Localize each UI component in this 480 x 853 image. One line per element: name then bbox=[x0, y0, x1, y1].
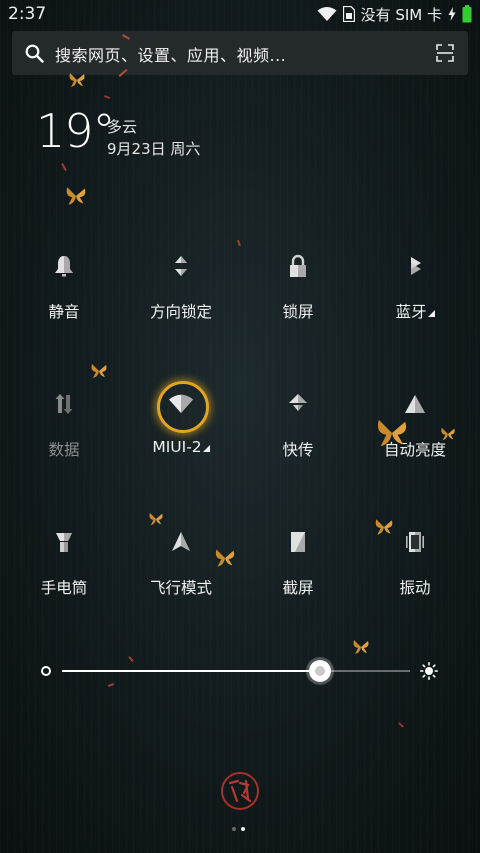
battery-icon bbox=[462, 5, 472, 23]
status-icons: 没有 SIM 卡 bbox=[317, 5, 472, 24]
status-bar: 2:37 没有 SIM 卡 bbox=[0, 0, 480, 28]
toggle-label: 飞行模式 bbox=[149, 579, 212, 597]
page-dot-active bbox=[241, 827, 245, 831]
expand-indicator-icon bbox=[202, 445, 210, 452]
weather-condition: 多云 bbox=[107, 118, 138, 136]
brightness-track[interactable] bbox=[62, 660, 410, 682]
quick-transfer-icon bbox=[282, 388, 314, 420]
toggle-label-text: MIUI-2 bbox=[152, 438, 202, 456]
brightness-high-icon bbox=[420, 662, 438, 680]
bell-icon bbox=[48, 250, 80, 282]
toggle-label: MIUI-2 bbox=[121, 438, 241, 456]
toggle-lock-screen[interactable]: 锁屏 bbox=[238, 244, 358, 344]
toggle-flashlight[interactable]: 手电筒 bbox=[4, 520, 124, 620]
toggle-label: 方向锁定 bbox=[149, 303, 212, 321]
butterfly-icon bbox=[66, 187, 86, 205]
flashlight-icon bbox=[48, 526, 80, 558]
toggle-wifi[interactable]: MIUI-2 bbox=[121, 381, 241, 482]
toggle-label-text: 蓝牙 bbox=[395, 303, 427, 321]
toggle-screenshot[interactable]: 截屏 bbox=[238, 520, 358, 620]
falling-stick-deco bbox=[103, 95, 111, 99]
toggle-label: 蓝牙 bbox=[355, 300, 475, 322]
brightness-thumb[interactable] bbox=[308, 660, 331, 682]
toggle-bluetooth[interactable]: 蓝牙 bbox=[355, 244, 475, 344]
seal-logo-icon bbox=[221, 772, 259, 810]
brightness-low-icon bbox=[41, 666, 51, 676]
toggle-label: 截屏 bbox=[282, 579, 314, 597]
toggle-label: 自动亮度 bbox=[383, 441, 446, 459]
toggle-label: 快传 bbox=[282, 441, 314, 459]
expand-indicator-icon bbox=[427, 310, 435, 317]
toggle-label: 手电筒 bbox=[40, 579, 88, 597]
brightness-fill bbox=[62, 670, 320, 672]
search-icon bbox=[25, 44, 44, 63]
charging-icon bbox=[448, 7, 456, 21]
weather-date: 9月23日 周六 bbox=[107, 140, 201, 158]
search-bar[interactable]: 搜索网页、设置、应用、视频... bbox=[12, 31, 468, 75]
toggle-auto-brightness[interactable]: 自动亮度 bbox=[355, 382, 475, 482]
toggle-label: 振动 bbox=[399, 579, 431, 597]
mobile-data-icon bbox=[48, 388, 80, 420]
toggle-airplane-mode[interactable]: 飞行模式 bbox=[121, 520, 241, 620]
temperature: 19° bbox=[36, 104, 116, 158]
toggle-label: 数据 bbox=[48, 441, 80, 459]
page-dot bbox=[232, 827, 236, 831]
rotation-lock-icon bbox=[165, 250, 197, 282]
scan-icon[interactable] bbox=[436, 44, 454, 62]
vibrate-icon bbox=[399, 526, 431, 558]
butterfly-icon bbox=[353, 640, 369, 654]
lock-icon bbox=[282, 250, 314, 282]
auto-brightness-icon bbox=[399, 388, 431, 420]
sim-icon bbox=[342, 6, 355, 22]
page-indicator bbox=[232, 827, 245, 831]
toggle-label: 静音 bbox=[48, 303, 80, 321]
toggle-mobile-data[interactable]: 数据 bbox=[4, 382, 124, 482]
screenshot-icon bbox=[282, 526, 314, 558]
wifi-icon bbox=[317, 7, 337, 21]
toggle-label: 锁屏 bbox=[282, 303, 314, 321]
butterfly-icon bbox=[91, 364, 107, 378]
falling-stick-deco bbox=[398, 722, 404, 728]
carrier-label: 没有 SIM 卡 bbox=[360, 5, 442, 24]
bluetooth-icon bbox=[399, 250, 431, 282]
toggle-vibrate[interactable]: 振动 bbox=[355, 520, 475, 620]
wifi-icon bbox=[165, 388, 197, 420]
airplane-icon bbox=[165, 526, 197, 558]
search-placeholder[interactable]: 搜索网页、设置、应用、视频... bbox=[55, 42, 286, 66]
status-time: 2:37 bbox=[8, 4, 47, 24]
brightness-slider[interactable] bbox=[40, 656, 440, 686]
toggle-quick-transfer[interactable]: 快传 bbox=[238, 382, 358, 482]
toggle-rotation-lock[interactable]: 方向锁定 bbox=[121, 244, 241, 344]
falling-stick-deco bbox=[61, 163, 67, 171]
toggle-mute[interactable]: 静音 bbox=[4, 244, 124, 344]
